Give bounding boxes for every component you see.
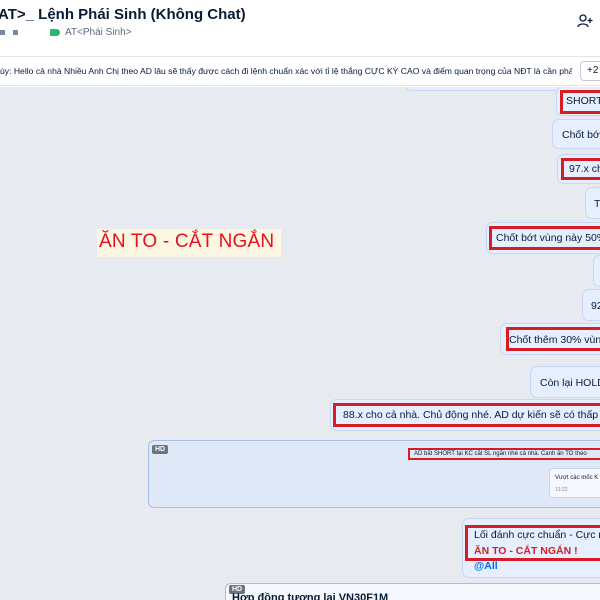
message-bubble[interactable]: 88.x cho cả nhà. Chủ động nhé. AD dự kiế…	[330, 399, 600, 431]
chat-header: AT>_ Lệnh Phái Sinh (Không Chat) AT<Phái…	[0, 0, 600, 44]
message-text: Còn lại HOLD	[540, 377, 600, 389]
conversation-title[interactable]: AT>_ Lệnh Phái Sinh (Không Chat)	[0, 6, 246, 23]
add-member-icon[interactable]	[577, 13, 593, 29]
message-bubble[interactable]: Chốt thêm 30% vùng	[500, 323, 600, 355]
message-bubble[interactable]: Còn lại HOLD	[530, 366, 600, 398]
message-text: Chốt bớt	[562, 129, 600, 141]
message-text: T	[594, 198, 600, 210]
reply-time: 13:22	[555, 487, 568, 493]
message-text: 97.x ch	[569, 163, 600, 175]
message-text: 92	[591, 300, 600, 312]
message-bubble[interactable]: Lối đánh cực chuẩn - Cực nha ĂN TO - CẮT…	[462, 518, 600, 578]
slogan-text: ĂN TO - CẮT NGẮN	[99, 231, 275, 252]
reply-text: Vượt các mốc K	[555, 475, 599, 481]
hd-badge: HD	[152, 445, 169, 454]
message-bubble[interactable]: Chốt bớt vùng này 50%	[486, 222, 600, 254]
message-text: Chốt thêm 30% vùng	[509, 334, 600, 346]
image-message-card-bottom[interactable]: HD Hợp đồng tương lai VN30F1M	[225, 583, 600, 600]
message-text: Chốt bớt vùng này 50%	[496, 232, 600, 244]
card-title: Hợp đồng tương lai VN30F1M	[232, 592, 389, 600]
message-text: SHORT	[566, 95, 600, 107]
pinned-message-bar[interactable]: úy: Hello cả nhà Nhiều Anh Chị theo AD l…	[0, 56, 600, 86]
conversation-tag[interactable]: AT<Phái Sinh>	[65, 27, 132, 38]
quoted-message-text: AD bắt SHORT tại KC cắt SL ngắn nhé cả n…	[414, 451, 587, 457]
reply-bubble: Vượt các mốc K 13:22	[549, 468, 600, 498]
message-bubble[interactable]: 97.x ch	[557, 154, 600, 184]
member-icon-2[interactable]	[13, 29, 18, 35]
slogan-banner: ĂN TO - CẮT NGẮN	[97, 229, 281, 257]
message-text: Lối đánh cực chuẩn - Cực nha	[474, 529, 600, 541]
pinned-message-text: úy: Hello cả nhà Nhiều Anh Chị theo AD l…	[0, 66, 572, 76]
pinned-more-button[interactable]: +2	[580, 61, 600, 81]
message-bubble[interactable]: Chốt bớt	[552, 119, 600, 149]
image-message-card[interactable]: HD AD bắt SHORT tại KC cắt SL ngắn nhé c…	[148, 440, 600, 508]
message-text: 88.x cho cả nhà. Chủ động nhé. AD dự kiế…	[343, 409, 600, 421]
message-bubble[interactable]: SHORT	[556, 87, 600, 116]
tag-icon	[50, 28, 60, 36]
message-text-emphasis: ĂN TO - CẮT NGẮN !	[474, 545, 578, 557]
message-bubble-empty[interactable]	[593, 255, 600, 287]
conversation-subtitle: AT<Phái Sinh>	[0, 25, 132, 39]
mention-all[interactable]: @All	[474, 560, 498, 572]
member-icon[interactable]	[0, 29, 5, 35]
message-bubble[interactable]: 92	[582, 289, 600, 321]
message-bubble[interactable]: T	[585, 187, 600, 219]
message-list[interactable]: SHORT Chốt bớt 97.x ch T Chốt bớt vùng n…	[0, 87, 600, 600]
